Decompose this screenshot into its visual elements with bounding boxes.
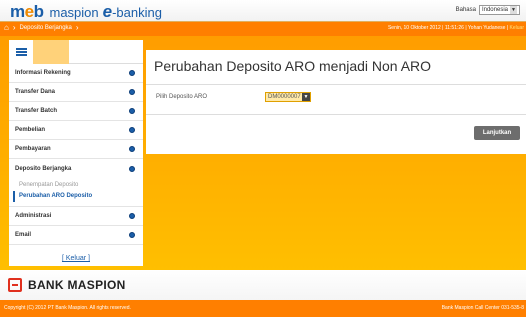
page-title: Perubahan Deposito ARO menjadi Non ARO (154, 58, 432, 74)
sidebar-item-label: Transfer Dana (15, 89, 56, 95)
submenu-item-penempatan-deposito[interactable]: Penempatan Deposito (19, 180, 143, 191)
top-nav-bar: ⌂ › Deposito Berjangka › Senin, 10 Oktob… (0, 22, 526, 36)
sidebar-item-label: Pembayaran (15, 146, 51, 152)
expand-dot-icon (129, 146, 135, 152)
chevron-right-icon: › (75, 23, 79, 32)
brand-name: maspion (49, 5, 99, 20)
language-select[interactable]: Indonesia ▼ (478, 5, 520, 15)
logo-mark: meb (10, 2, 44, 21)
menu-icon (15, 48, 27, 56)
language-label: Bahasa (455, 7, 476, 13)
page-footer: Copyright (C) 2012 PT Bank Maspion. All … (0, 300, 526, 317)
sidebar-item-pembayaran[interactable]: Pembayaran (9, 140, 143, 159)
app-header: meb maspion e -banking Bahasa Indonesia ▼ (0, 0, 526, 22)
expand-dot-icon (129, 127, 135, 133)
next-button[interactable]: Lanjutkan (474, 126, 520, 140)
sidebar-item-label: Pembelian (15, 127, 46, 133)
sidebar-item-label: Informasi Rekening (15, 70, 71, 76)
bank-logo: BANK MASPION (8, 278, 126, 292)
breadcrumb-item[interactable]: Deposito Berjangka (20, 25, 72, 31)
sidebar-item-label: Administrasi (15, 213, 52, 219)
brand-suffix: -banking (112, 5, 162, 20)
tab-favorites[interactable] (33, 40, 69, 64)
home-icon[interactable]: ⌂ (4, 24, 9, 32)
expand-dot-icon (129, 70, 135, 76)
sidebar-item-pembelian[interactable]: Pembelian (9, 121, 143, 140)
sidebar-item-label: Email (15, 232, 32, 238)
divider (146, 114, 526, 115)
brand-logo[interactable]: meb maspion e -banking (10, 2, 162, 21)
language-selector: Bahasa Indonesia ▼ (456, 5, 520, 15)
sidebar-item-email[interactable]: Email (9, 226, 143, 245)
sidebar-item-administrasi[interactable]: Administrasi (9, 207, 143, 226)
header-logout-link[interactable]: Keluar (510, 25, 524, 31)
expand-dot-icon (129, 89, 135, 95)
bank-logo-icon (8, 278, 22, 292)
session-datetime-user: Senin, 10 Oktober 2012 | 11:51:26 | Yoha… (387, 25, 509, 31)
sidebar-item-transfer-dana[interactable]: Transfer Dana (9, 83, 143, 102)
chevron-right-icon: › (12, 23, 16, 32)
deposit-select[interactable]: DM0000007 ▼ (265, 92, 311, 102)
deposit-select-label: Pilih Deposito ARO (156, 94, 208, 100)
submenu-item-perubahan-aro[interactable]: Perubahan ARO Deposito (13, 191, 143, 202)
sidebar-item-label: Transfer Batch (15, 108, 58, 114)
session-status: Senin, 10 Oktober 2012 | 11:51:26 | Yoha… (388, 25, 524, 31)
copyright-text: Copyright (C) 2012 PT Bank Maspion. All … (4, 305, 131, 311)
sidebar-tabs (9, 40, 143, 64)
chevron-down-icon: ▼ (302, 93, 310, 101)
divider (146, 84, 526, 85)
expand-dot-icon (129, 108, 135, 114)
bank-name: BANK MASPION (28, 278, 126, 292)
breadcrumb: ⌂ › Deposito Berjangka › (4, 24, 79, 32)
bank-branding: BANK MASPION (0, 270, 526, 300)
main-panel: Perubahan Deposito ARO menjadi Non ARO P… (146, 50, 526, 154)
expand-dot-icon (129, 232, 135, 238)
sidebar-menu: Informasi Rekening Transfer Dana Transfe… (9, 40, 143, 266)
deposit-select-value: DM0000007 (268, 94, 301, 100)
expand-dot-icon (129, 213, 135, 219)
sidebar-logout-link[interactable]: [ Keluar ] (9, 255, 143, 262)
call-center-text: Bank Maspion Call Center 031-535-8 (441, 305, 524, 311)
sidebar-item-transfer-batch[interactable]: Transfer Batch (9, 102, 143, 121)
sidebar-item-informasi-rekening[interactable]: Informasi Rekening (9, 64, 143, 83)
expand-dot-icon (129, 165, 135, 172)
brand-e: e (102, 2, 113, 21)
chevron-down-icon: ▼ (510, 6, 517, 14)
sidebar-item-deposito-berjangka[interactable]: Deposito Berjangka (9, 159, 143, 178)
tab-menu[interactable] (9, 40, 33, 64)
sidebar-item-label: Deposito Berjangka (15, 165, 72, 172)
submenu-deposito: Penempatan Deposito Perubahan ARO Deposi… (9, 178, 143, 207)
